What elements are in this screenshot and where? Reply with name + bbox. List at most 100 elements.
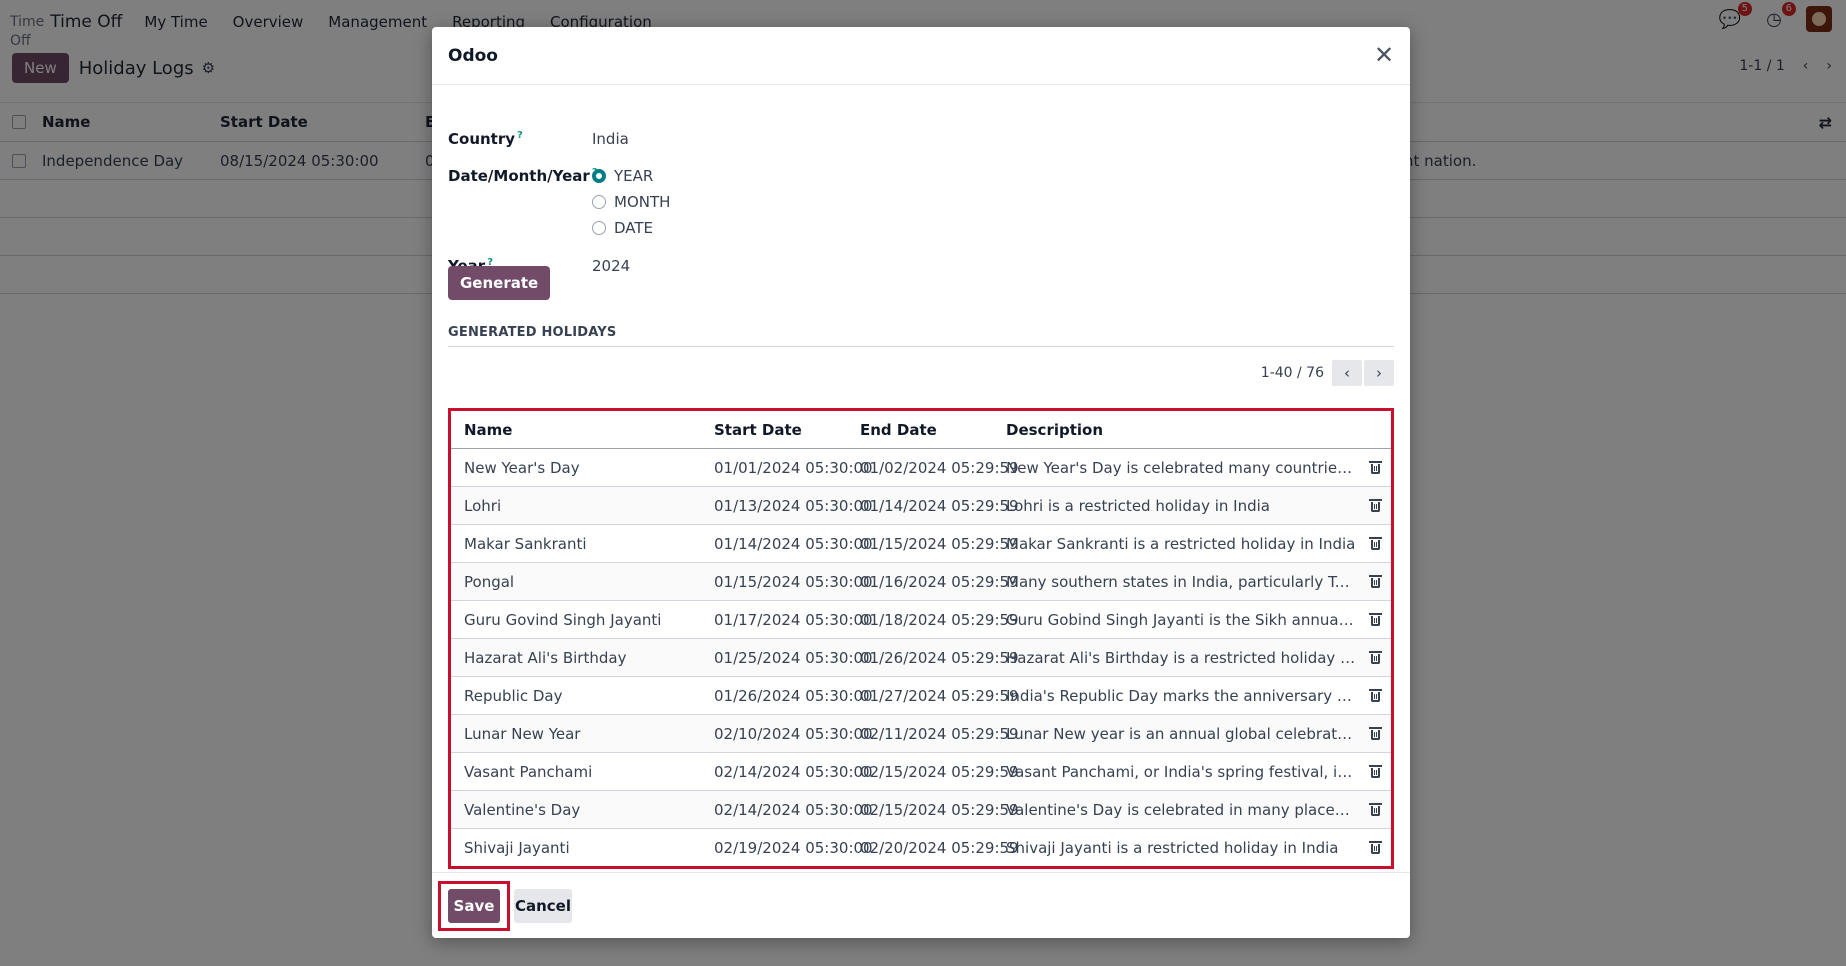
row-start-date: 02/14/2024 05:30:00 <box>714 762 873 781</box>
trash-icon[interactable] <box>1368 840 1382 856</box>
dmy-label-text: Date/Month/Year <box>448 167 590 185</box>
radio-year-label: YEAR <box>614 167 654 185</box>
row-end-date: 01/15/2024 05:29:59 <box>860 534 1019 553</box>
table-row[interactable]: Makar Sankranti 01/14/2024 05:30:00 01/15/… <box>451 525 1391 563</box>
trash-icon[interactable] <box>1368 612 1382 628</box>
row-description: Guru Gobind Singh Jayanti is the Sikh an… <box>1006 610 1356 629</box>
row-end-date: 02/15/2024 05:29:59 <box>860 800 1019 819</box>
row-description: India's Republic Day marks the anniversa… <box>1006 686 1356 705</box>
row-name: Makar Sankranti <box>464 534 587 553</box>
country-label: Country? <box>448 130 592 148</box>
dmy-radio-group: YEAR MONTH DATE <box>592 167 670 237</box>
row-start-date: 01/17/2024 05:30:00 <box>714 610 873 629</box>
generate-button[interactable]: Generate <box>448 266 551 300</box>
trash-icon[interactable] <box>1368 574 1382 590</box>
row-name: Lunar New Year <box>464 724 581 743</box>
holidays-pager: 1-40 / 76 ‹ › <box>1261 360 1394 386</box>
table-body: New Year's Day 01/01/2024 05:30:00 01/02/2… <box>451 449 1391 866</box>
radio-date[interactable]: DATE <box>592 219 670 237</box>
generated-holidays-table: Name Start Date End Date Description New… <box>448 408 1394 869</box>
row-description: Valentine's Day is celebrated in many pl… <box>1006 800 1356 819</box>
cancel-button[interactable]: Cancel <box>514 889 572 923</box>
trash-icon[interactable] <box>1368 726 1382 742</box>
pager-buttons: ‹ › <box>1332 360 1394 386</box>
close-icon[interactable]: ✕ <box>1372 43 1396 67</box>
radio-month-label: MONTH <box>614 193 671 211</box>
row-description: New Year's Day is celebrated many countr… <box>1006 458 1356 477</box>
row-end-date: 01/14/2024 05:29:59 <box>860 496 1019 515</box>
header-start-date[interactable]: Start Date <box>714 421 802 439</box>
row-description: Many southern states in India, particula… <box>1006 572 1356 591</box>
dmy-label: Date/Month/Year? <box>448 167 598 237</box>
table-row[interactable]: Pongal 01/15/2024 05:30:00 01/16/2024 05:2… <box>451 563 1391 601</box>
radio-date-dot[interactable] <box>592 221 606 235</box>
row-name: Republic Day <box>464 686 563 705</box>
trash-icon[interactable] <box>1368 802 1382 818</box>
row-description: Lohri is a restricted holiday in India <box>1006 496 1270 515</box>
row-end-date: 01/02/2024 05:29:59 <box>860 458 1019 477</box>
table-row[interactable]: Vasant Panchami 02/14/2024 05:30:00 02/15/… <box>451 753 1391 791</box>
save-button[interactable]: Save <box>448 889 500 923</box>
pager-value[interactable]: 1-40 / 76 <box>1261 365 1324 381</box>
trash-icon[interactable] <box>1368 764 1382 780</box>
generated-holidays-title: GENERATED HOLIDAYS <box>448 325 1394 347</box>
trash-icon[interactable] <box>1368 498 1382 514</box>
modal-title: Odoo <box>448 45 498 66</box>
header-end-date[interactable]: End Date <box>860 421 937 439</box>
row-end-date: 01/26/2024 05:29:59 <box>860 648 1019 667</box>
row-start-date: 01/14/2024 05:30:00 <box>714 534 873 553</box>
row-start-date: 01/26/2024 05:30:00 <box>714 686 873 705</box>
help-icon[interactable]: ? <box>517 130 523 141</box>
row-name: Hazarat Ali's Birthday <box>464 648 627 667</box>
row-end-date: 01/27/2024 05:29:59 <box>860 686 1019 705</box>
table-row[interactable]: Valentine's Day 02/14/2024 05:30:00 02/15/… <box>451 791 1391 829</box>
radio-month[interactable]: MONTH <box>592 193 670 211</box>
row-description: Makar Sankranti is a restricted holiday … <box>1006 534 1356 553</box>
row-start-date: 01/15/2024 05:30:00 <box>714 572 873 591</box>
radio-year[interactable]: YEAR <box>592 167 670 185</box>
date-month-year-field: Date/Month/Year? YEAR MONTH DATE <box>448 167 670 237</box>
row-start-date: 02/19/2024 05:30:00 <box>714 838 873 857</box>
country-field: Country? India <box>448 130 629 148</box>
row-start-date: 02/10/2024 05:30:00 <box>714 724 873 743</box>
radio-month-dot[interactable] <box>592 195 606 209</box>
country-value[interactable]: India <box>592 130 629 148</box>
chevron-right-icon[interactable]: › <box>1364 360 1394 386</box>
trash-icon[interactable] <box>1368 536 1382 552</box>
row-name: Guru Govind Singh Jayanti <box>464 610 662 629</box>
row-description: Vasant Panchami, or India's spring festi… <box>1006 762 1356 781</box>
row-end-date: 01/16/2024 05:29:59 <box>860 572 1019 591</box>
radio-year-dot[interactable] <box>592 169 606 183</box>
row-end-date: 02/15/2024 05:29:59 <box>860 762 1019 781</box>
table-row[interactable]: Lohri 01/13/2024 05:30:00 01/14/2024 05:29… <box>451 487 1391 525</box>
table-row[interactable]: Hazarat Ali's Birthday 01/25/2024 05:30:0… <box>451 639 1391 677</box>
row-end-date: 02/11/2024 05:29:59 <box>860 724 1019 743</box>
country-label-text: Country <box>448 130 516 148</box>
table-row[interactable]: Guru Govind Singh Jayanti 01/17/2024 05:3… <box>451 601 1391 639</box>
modal-header: Odoo ✕ <box>432 27 1410 85</box>
row-name: Lohri <box>464 496 502 515</box>
table-header: Name Start Date End Date Description <box>451 411 1391 449</box>
table-row[interactable]: Lunar New Year 02/10/2024 05:30:00 02/11/2… <box>451 715 1391 753</box>
row-end-date: 02/20/2024 05:29:59 <box>860 838 1019 857</box>
row-name: Valentine's Day <box>464 800 581 819</box>
table-row[interactable]: Republic Day 01/26/2024 05:30:00 01/27/202… <box>451 677 1391 715</box>
table-row[interactable]: Shivaji Jayanti 02/19/2024 05:30:00 02/20/… <box>451 829 1391 866</box>
trash-icon[interactable] <box>1368 650 1382 666</box>
chevron-left-icon[interactable]: ‹ <box>1332 360 1362 386</box>
row-description: Lunar New year is an annual global celeb… <box>1006 724 1356 743</box>
row-description: Shivaji Jayanti is a restricted holiday … <box>1006 838 1339 857</box>
modal-footer: Save Cancel <box>432 872 1410 938</box>
trash-icon[interactable] <box>1368 688 1382 704</box>
table-row[interactable]: New Year's Day 01/01/2024 05:30:00 01/02/2… <box>451 449 1391 487</box>
trash-icon[interactable] <box>1368 460 1382 476</box>
header-description[interactable]: Description <box>1006 421 1356 439</box>
row-end-date: 01/18/2024 05:29:59 <box>860 610 1019 629</box>
row-name: Pongal <box>464 572 515 591</box>
row-start-date: 01/25/2024 05:30:00 <box>714 648 873 667</box>
year-value[interactable]: 2024 <box>592 257 630 275</box>
row-name: Shivaji Jayanti <box>464 838 570 857</box>
header-name[interactable]: Name <box>464 421 512 439</box>
row-name: Vasant Panchami <box>464 762 593 781</box>
row-description: Hazarat Ali's Birthday is a restricted h… <box>1006 648 1356 667</box>
